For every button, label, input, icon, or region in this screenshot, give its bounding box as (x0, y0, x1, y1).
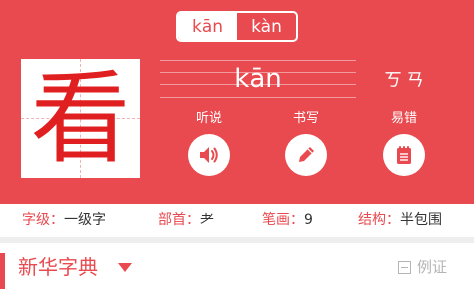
zhuyin-reading: ㄎㄢ (384, 70, 428, 91)
level-info: 字级：一级字 (22, 204, 106, 237)
notepad-icon (397, 146, 411, 164)
radical-key: 部首： (158, 212, 200, 228)
level-key: 字级： (22, 212, 64, 228)
pinyin-toggle: kān kàn (176, 11, 298, 42)
character-grid: 看 (21, 59, 140, 178)
chevron-down-icon[interactable] (118, 263, 132, 272)
write-action[interactable]: 书写 (276, 111, 336, 176)
dictionary-source-selector[interactable]: 新华字典 (18, 253, 98, 281)
character-glyph: 看 (30, 59, 131, 177)
speaker-button[interactable] (188, 134, 230, 176)
examples-toggle[interactable]: 例证 (398, 255, 447, 279)
pencil-button[interactable] (285, 134, 327, 176)
character-header: kān kàn 看 kān ㄎㄢ 听说 书写 易错 (0, 0, 474, 204)
strokes-key: 笔画： (262, 212, 304, 228)
notepad-button[interactable] (383, 134, 425, 176)
level-value: 一级字 (64, 212, 106, 228)
pinyin-tab-kan4[interactable]: kàn (237, 13, 296, 40)
pinyin-reading: kān (234, 64, 282, 94)
structure-value: 半包围 (400, 212, 442, 228)
pinyin-line (160, 97, 356, 98)
pinyin-tab-kan1[interactable]: kān (178, 13, 237, 40)
write-label: 书写 (292, 111, 319, 126)
listen-label: 听说 (195, 111, 222, 126)
structure-info: 结构：半包围 (358, 204, 442, 237)
speaker-icon (200, 147, 218, 163)
mistakes-action[interactable]: 易错 (374, 111, 434, 176)
examples-label: 例证 (417, 258, 448, 276)
strokes-value: 9 (304, 212, 313, 228)
radical-value: ⺹ (200, 212, 214, 228)
mistakes-label: 易错 (390, 111, 417, 126)
strokes-info: 笔画：9 (262, 204, 313, 237)
section-accent-bar (0, 253, 5, 289)
structure-key: 结构： (358, 212, 400, 228)
character-info-bar: 字级：一级字 部首：⺹ 笔画：9 结构：半包围 (0, 204, 474, 237)
checkbox-icon[interactable] (398, 260, 411, 274)
dictionary-section: 新华字典 例证 (0, 243, 474, 297)
listen-action[interactable]: 听说 (179, 111, 239, 176)
pencil-icon (299, 147, 314, 162)
pinyin-line (160, 60, 356, 61)
radical-info: 部首：⺹ (158, 204, 214, 237)
